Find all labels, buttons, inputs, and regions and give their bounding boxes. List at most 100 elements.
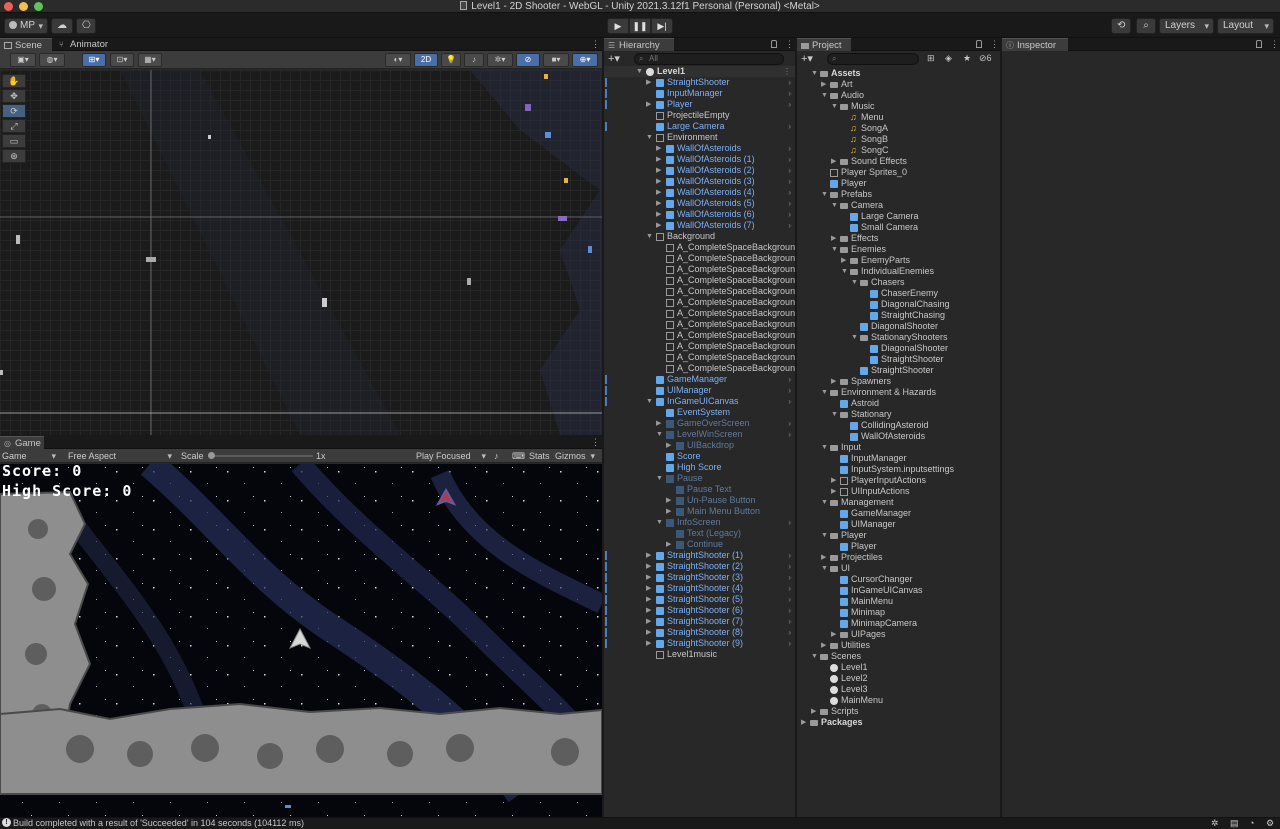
hierarchy-item-a-completespacebackground-9[interactable]: A_CompleteSpaceBackground (9 [604, 341, 795, 352]
project-item-stationaryshooters[interactable]: ▼ StationaryShooters [797, 332, 1000, 343]
expand-arrow-open-icon[interactable]: ▼ [646, 132, 654, 143]
open-prefab-icon[interactable]: › [788, 572, 791, 583]
expand-arrow-closed-icon[interactable]: ▶ [831, 486, 839, 497]
increment-snap-button[interactable]: ⊡▾ [110, 53, 134, 67]
open-prefab-icon[interactable]: › [788, 396, 791, 407]
project-item-menu[interactable]: ♫ Menu [797, 112, 1000, 123]
project-item-camera[interactable]: ▼ Camera [797, 200, 1000, 211]
scene-menu-icon[interactable]: ⋮ [783, 66, 791, 77]
open-prefab-icon[interactable]: › [788, 517, 791, 528]
pause-button[interactable]: ❚❚ [629, 18, 651, 34]
hierarchy-item-straightshooter-4[interactable]: ▶ StraightShooter (4) › [604, 583, 795, 594]
project-item-straightshooter[interactable]: StraightShooter [797, 365, 1000, 376]
project-item-large-camera[interactable]: Large Camera [797, 211, 1000, 222]
project-item-utilities[interactable]: ▶ Utilities [797, 640, 1000, 651]
project-lock-icon[interactable] [976, 40, 982, 48]
expand-arrow-closed-icon[interactable]: ▶ [821, 552, 829, 563]
hierarchy-item-straightshooter-7[interactable]: ▶ StraightShooter (7) › [604, 616, 795, 627]
hierarchy-item-score[interactable]: Score [604, 451, 795, 462]
expand-arrow-closed-icon[interactable]: ▶ [646, 594, 654, 605]
expand-arrow-closed-icon[interactable]: ▶ [656, 154, 664, 165]
open-prefab-icon[interactable]: › [788, 561, 791, 572]
hierarchy-item-eventsystem[interactable]: EventSystem [604, 407, 795, 418]
open-prefab-icon[interactable]: › [788, 418, 791, 429]
expand-arrow-closed-icon[interactable]: ▶ [656, 187, 664, 198]
expand-arrow-closed-icon[interactable]: ▶ [821, 640, 829, 651]
project-hidden-packages[interactable]: ⊘6 [979, 53, 992, 64]
project-item-small-camera[interactable]: Small Camera [797, 222, 1000, 233]
expand-arrow-closed-icon[interactable]: ▶ [646, 616, 654, 627]
project-item-chaserenemy[interactable]: ChaserEnemy [797, 288, 1000, 299]
keyboard-icon[interactable]: ⌨ [512, 450, 525, 462]
hierarchy-item-high-score[interactable]: High Score [604, 462, 795, 473]
hierarchy-item-straightshooter-5[interactable]: ▶ StraightShooter (5) › [604, 594, 795, 605]
expand-arrow-closed-icon[interactable]: ▶ [811, 706, 819, 717]
tab-animator[interactable]: ⑂ Animator [55, 38, 115, 51]
expand-arrow-closed-icon[interactable]: ▶ [656, 220, 664, 231]
open-prefab-icon[interactable]: › [788, 187, 791, 198]
expand-arrow-open-icon[interactable]: ▼ [841, 266, 849, 277]
open-prefab-icon[interactable]: › [788, 374, 791, 385]
tab-inspector[interactable]: ⓘ Inspector [1002, 38, 1068, 51]
project-item-chasers[interactable]: ▼ Chasers [797, 277, 1000, 288]
project-item-music[interactable]: ▼ Music [797, 101, 1000, 112]
project-item-management[interactable]: ▼ Management [797, 497, 1000, 508]
account-dropdown[interactable]: MP [4, 18, 48, 34]
inspector-menu-icon[interactable]: ⋮ [1270, 39, 1279, 50]
hierarchy-item-wallofasteroids-6[interactable]: ▶ WallOfAsteroids (6) › [604, 209, 795, 220]
project-item-mainmenu[interactable]: MainMenu [797, 695, 1000, 706]
project-item-effects[interactable]: ▶ Effects [797, 233, 1000, 244]
expand-arrow-closed-icon[interactable]: ▶ [666, 440, 674, 451]
collab-button[interactable]: ⎔ [76, 18, 96, 34]
project-search-input[interactable]: ⌕ [827, 53, 919, 65]
hierarchy-item-continue[interactable]: ▶ Continue [604, 539, 795, 550]
expand-arrow-open-icon[interactable]: ▼ [821, 497, 829, 508]
project-item-scenes[interactable]: ▼ Scenes [797, 651, 1000, 662]
scene-viewport[interactable]: ✋ ✥ ⟳ ⤢ ▭ ⊛ [0, 70, 602, 435]
expand-arrow-closed-icon[interactable]: ▶ [831, 475, 839, 486]
project-item-mainmenu[interactable]: MainMenu [797, 596, 1000, 607]
expand-arrow-open-icon[interactable]: ▼ [851, 277, 859, 288]
display-dropdown[interactable]: Game [2, 450, 60, 462]
hierarchy-item-a-completespacebackground-5[interactable]: A_CompleteSpaceBackground (5 [604, 297, 795, 308]
hierarchy-item-level1[interactable]: ▼ Level1 ⋮ [604, 66, 795, 77]
project-item-prefabs[interactable]: ▼ Prefabs [797, 189, 1000, 200]
project-item-assets[interactable]: ▼ Assets [797, 68, 1000, 79]
tab-scene[interactable]: Scene [0, 38, 52, 51]
expand-arrow-open-icon[interactable]: ▼ [831, 200, 839, 211]
expand-arrow-closed-icon[interactable]: ▶ [821, 79, 829, 90]
expand-arrow-open-icon[interactable]: ▼ [636, 66, 644, 77]
expand-arrow-closed-icon[interactable]: ▶ [656, 198, 664, 209]
hierarchy-item-un-pause-button[interactable]: ▶ Un-Pause Button [604, 495, 795, 506]
expand-arrow-closed-icon[interactable]: ▶ [666, 539, 674, 550]
hierarchy-item-a-completespacebackground-1[interactable]: A_CompleteSpaceBackground (1 [604, 363, 795, 374]
hierarchy-item-straightshooter-8[interactable]: ▶ StraightShooter (8) › [604, 627, 795, 638]
hand-tool-button[interactable]: ✋ [2, 74, 26, 88]
hierarchy-item-gameoverscreen[interactable]: ▶ GameOverScreen › [604, 418, 795, 429]
scale-slider[interactable] [208, 450, 313, 462]
project-item-player[interactable]: ▼ Player [797, 530, 1000, 541]
gizmos-toggle[interactable]: ⊕▾ [572, 53, 598, 67]
expand-arrow-closed-icon[interactable]: ▶ [666, 495, 674, 506]
project-item-uimanager[interactable]: UIManager [797, 519, 1000, 530]
project-item-astroid[interactable]: Astroid [797, 398, 1000, 409]
hierarchy-item-a-completespacebackground-7[interactable]: A_CompleteSpaceBackground (7 [604, 319, 795, 330]
search-button[interactable]: ⌕ [1136, 18, 1156, 34]
status-message[interactable]: Build completed with a result of 'Succee… [13, 818, 304, 829]
open-prefab-icon[interactable]: › [788, 143, 791, 154]
project-item-cursorchanger[interactable]: CursorChanger [797, 574, 1000, 585]
tab-game[interactable]: ◎ Game [0, 436, 44, 449]
hierarchy-item-a-completespacebackground-4[interactable]: A_CompleteSpaceBackground (4 [604, 286, 795, 297]
settings-icon[interactable]: ⚙ [1266, 818, 1274, 829]
open-prefab-icon[interactable]: › [788, 154, 791, 165]
effects-toggle[interactable]: ✲▾ [487, 53, 513, 67]
hierarchy-item-straightshooter-6[interactable]: ▶ StraightShooter (6) › [604, 605, 795, 616]
expand-arrow-closed-icon[interactable]: ▶ [666, 506, 674, 517]
project-item-diagonalshooter[interactable]: DiagonalShooter [797, 321, 1000, 332]
gizmos-dropdown[interactable]: Gizmos [555, 450, 599, 462]
project-item-playerinputactions[interactable]: ▶ PlayerInputActions [797, 475, 1000, 486]
hierarchy-lock-icon[interactable] [771, 40, 777, 48]
project-item-environment-hazards[interactable]: ▼ Environment & Hazards [797, 387, 1000, 398]
hierarchy-item-straightshooter-9[interactable]: ▶ StraightShooter (9) › [604, 638, 795, 649]
project-item-level1[interactable]: Level1 [797, 662, 1000, 673]
